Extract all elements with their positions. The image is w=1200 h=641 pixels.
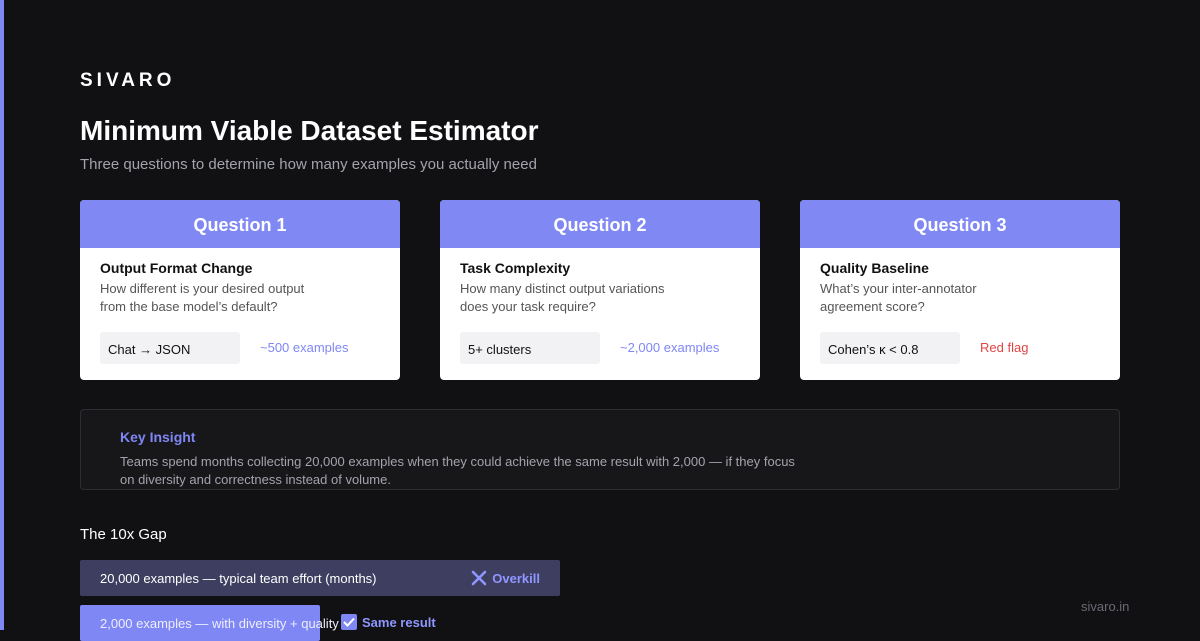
same-result-tag: Same result	[341, 614, 436, 630]
accent-bar	[0, 0, 4, 630]
footer-url: sivaro.in	[1081, 599, 1130, 614]
x-icon	[471, 570, 487, 586]
answer-chip: Chat → JSON	[100, 331, 240, 364]
key-insight-panel: Key Insight Teams spend months collectin…	[80, 409, 1120, 490]
check-icon	[341, 614, 357, 630]
question-card-2: Question 2 Task Complexity How many dist…	[440, 200, 760, 380]
overkill-bar-label: 20,000 examples — typical team effort (m…	[100, 571, 377, 586]
insight-title: Key Insight	[120, 429, 196, 445]
question-card-header: Question 1	[80, 200, 400, 248]
question-card-3: Question 3 Quality Baseline What’s your …	[800, 200, 1120, 380]
brand-logo: SIVARO	[80, 70, 176, 91]
overkill-bar: 20,000 examples — typical team effort (m…	[80, 560, 560, 596]
page-subtitle: Three questions to determine how many ex…	[80, 156, 537, 173]
same-result-bar: 2,000 examples — with diversity + qualit…	[80, 605, 339, 641]
gap-section-title: The 10x Gap	[80, 526, 167, 543]
overkill-tag: Overkill	[470, 569, 540, 587]
question-text: What’s your inter-annotator agreement sc…	[820, 281, 977, 314]
answer-chip: Cohen’s κ < 0.8	[820, 331, 960, 364]
question-card-header: Question 2	[440, 200, 760, 248]
insight-text: Teams spend months collecting 20,000 exa…	[120, 454, 795, 487]
question-label: Output Format Change	[100, 260, 253, 276]
same-result-tag-label: Same result	[362, 614, 436, 630]
red-flag-text: Red flag	[980, 340, 1029, 355]
answer-chip: 5+ clusters	[460, 331, 600, 364]
question-label: Quality Baseline	[820, 260, 929, 276]
question-card-1: Question 1 Output Format Change How diff…	[80, 200, 400, 380]
question-label: Task Complexity	[460, 260, 571, 276]
question-text: How many distinct output variations does…	[460, 281, 665, 314]
estimate-text: ~2,000 examples	[620, 340, 720, 355]
page-title: Minimum Viable Dataset Estimator	[80, 115, 539, 146]
question-card-header: Question 3	[800, 200, 1120, 248]
question-text: How different is your desired output fro…	[100, 281, 305, 314]
overkill-tag-label: Overkill	[492, 570, 540, 586]
same-result-bar-label: 2,000 examples — with diversity + qualit…	[100, 616, 339, 631]
estimate-text: ~500 examples	[260, 340, 349, 355]
